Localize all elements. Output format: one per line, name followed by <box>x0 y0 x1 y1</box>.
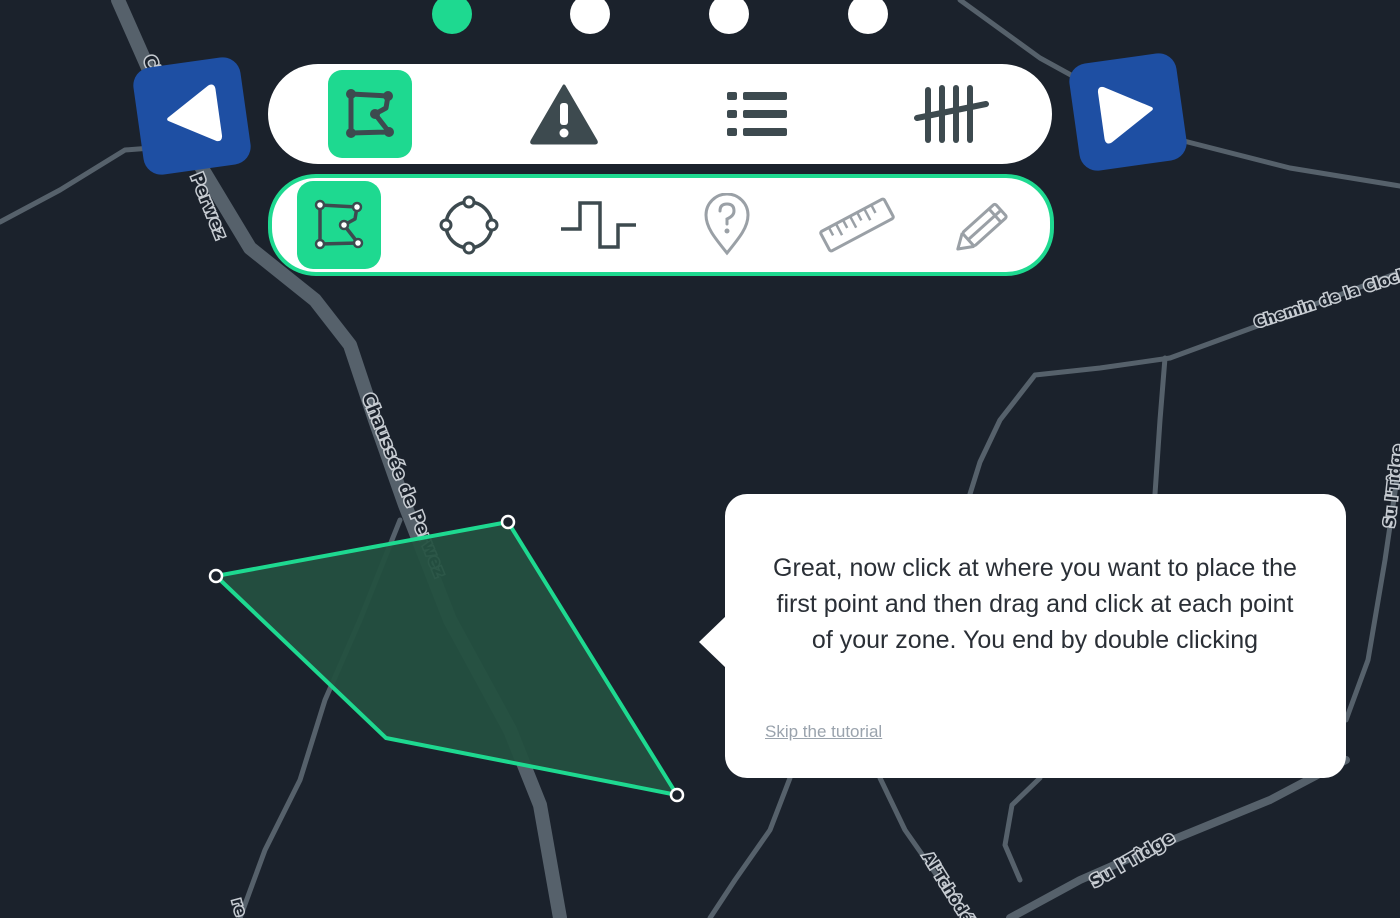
road-secondary <box>1177 137 1400 189</box>
skip-tutorial-link[interactable]: Skip the tutorial <box>765 722 882 742</box>
tutorial-tooltip: Great, now click at where you want to pl… <box>699 494 1346 778</box>
category-list-button[interactable] <box>715 70 799 158</box>
tooltip-message: Great, now click at where you want to pl… <box>773 554 1297 654</box>
road-secondary <box>1006 756 1350 918</box>
map-pin-question-icon <box>704 193 750 256</box>
zone-vertex-handle[interactable] <box>669 787 685 803</box>
triangle-right-icon <box>1097 86 1153 144</box>
next-button[interactable] <box>1067 51 1189 173</box>
road-label: Chemin de la Clocl <box>1252 267 1400 332</box>
circle-draw-icon <box>439 195 499 255</box>
zone-vertex-handle[interactable] <box>500 514 516 530</box>
tally-icon <box>914 85 989 143</box>
road-secondary <box>967 355 1173 497</box>
tool-line-button[interactable] <box>556 181 640 269</box>
road-label: Su l'Tîdge <box>1380 444 1400 529</box>
category-count-button[interactable] <box>910 70 994 158</box>
tool-measure-button[interactable] <box>815 181 899 269</box>
road-secondary <box>1152 355 1168 497</box>
warning-icon <box>530 84 598 145</box>
road-secondary <box>707 775 793 918</box>
triangle-left-icon <box>167 84 223 142</box>
ruler-icon <box>819 197 895 253</box>
road-label: Al'Tchôdé <box>919 849 977 918</box>
polygon-draw-icon <box>314 199 364 250</box>
tool-pin-button[interactable] <box>685 181 769 269</box>
polygon-zone-icon <box>346 89 394 138</box>
road-secondary <box>1002 775 1043 883</box>
zone-vertex-handle[interactable] <box>208 568 224 584</box>
tool-bar <box>268 174 1054 276</box>
road-label: re <box>228 896 250 918</box>
list-icon <box>727 92 787 136</box>
category-warning-button[interactable] <box>522 70 606 158</box>
tool-polygon-button[interactable] <box>297 181 381 269</box>
line-draw-icon <box>561 201 636 249</box>
category-bar <box>268 64 1052 164</box>
tooltip-arrow <box>699 616 726 668</box>
road-label: Su l'Tîdge <box>1087 828 1179 893</box>
tool-circle-button[interactable] <box>427 181 511 269</box>
previous-button[interactable] <box>131 55 253 177</box>
category-zone-button[interactable] <box>328 70 412 158</box>
pencil-icon <box>956 202 1008 251</box>
tool-pencil-button[interactable] <box>944 181 1028 269</box>
drawn-zone[interactable] <box>214 520 679 797</box>
